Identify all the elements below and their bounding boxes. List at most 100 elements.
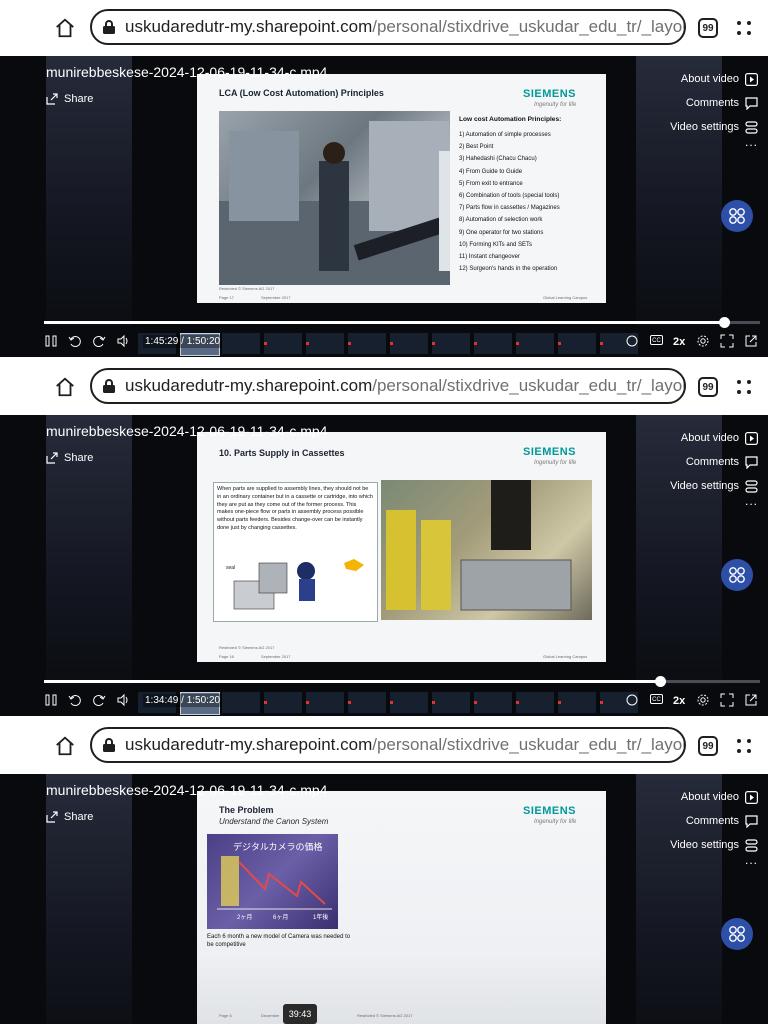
copilot-button[interactable] bbox=[721, 200, 753, 232]
comment-icon bbox=[745, 96, 758, 110]
siemens-logo: SIEMENS bbox=[523, 805, 577, 817]
popout-icon[interactable] bbox=[744, 334, 758, 348]
more-options-button[interactable]: ... bbox=[670, 853, 758, 867]
playback-speed-button[interactable]: 2x bbox=[673, 336, 685, 348]
comment-icon bbox=[745, 814, 758, 828]
seek-bar-handle[interactable] bbox=[654, 676, 666, 687]
list-item: 11) Instant changeover bbox=[459, 253, 520, 260]
slide-title: LCA (Low Cost Automation) Principles bbox=[219, 88, 384, 98]
video-player-1[interactable]: LCA (Low Cost Automation) Principles SIE… bbox=[0, 56, 768, 357]
tab-switcher-button[interactable]: 99 bbox=[698, 18, 718, 38]
slide-page: Page 6 bbox=[219, 1013, 232, 1018]
video-player-3[interactable]: The Problem Understand the Canon System … bbox=[0, 774, 768, 1024]
forward-10-icon[interactable] bbox=[92, 693, 106, 707]
home-icon[interactable] bbox=[52, 733, 78, 759]
siemens-logo: SIEMENS bbox=[523, 446, 577, 458]
slide: The Problem Understand the Canon System … bbox=[197, 791, 606, 1024]
siemens-tagline: Ingenuity for life bbox=[534, 819, 577, 825]
pause-icon[interactable] bbox=[44, 334, 58, 348]
address-bar[interactable]: uskudaredutr-my.sharepoint.com/personal/… bbox=[90, 9, 686, 45]
comments-label: Comments bbox=[685, 97, 739, 109]
play-box-icon bbox=[745, 431, 758, 445]
url-path: /personal/stixdrive_uskudar_edu_tr/_layo… bbox=[372, 735, 686, 754]
copilot-button[interactable] bbox=[721, 559, 753, 591]
slide-date: September 2017 bbox=[261, 295, 291, 300]
tab-switcher-button[interactable]: 99 bbox=[698, 377, 718, 397]
share-button[interactable]: Share bbox=[46, 452, 93, 464]
pause-icon[interactable] bbox=[44, 693, 58, 707]
url-path: /personal/stixdrive_uskudar_edu_tr/_layo… bbox=[372, 376, 686, 395]
list-item: 10) Forming KITs and SETs bbox=[459, 241, 533, 248]
slide-footer-left: Restricted © Siemens AG 2017 bbox=[219, 645, 275, 650]
play-box-icon bbox=[745, 72, 758, 86]
about-video-button[interactable]: About video bbox=[670, 785, 758, 809]
comments-button[interactable]: Comments bbox=[670, 450, 758, 474]
share-button[interactable]: Share bbox=[46, 93, 93, 105]
slide-footer-left: Restricted © Siemens AG 2017 bbox=[219, 286, 275, 291]
rewind-10-icon[interactable] bbox=[68, 334, 82, 348]
rewind-10-icon[interactable] bbox=[68, 693, 82, 707]
fullscreen-icon[interactable] bbox=[720, 334, 734, 348]
url-host: uskudaredutr-my.sharepoint.com bbox=[125, 17, 373, 36]
comments-button[interactable]: Comments bbox=[670, 809, 758, 833]
copilot-icon bbox=[729, 567, 745, 583]
closed-captions-button[interactable]: CC bbox=[650, 335, 663, 345]
comment-icon bbox=[745, 455, 758, 469]
share-icon bbox=[46, 811, 58, 823]
video-file-title: munirebbeskese-2024-12-06-19-11-34-c.mp4 bbox=[46, 782, 328, 798]
seek-bar[interactable] bbox=[44, 317, 760, 328]
playback-speed-button[interactable]: 2x bbox=[673, 695, 685, 707]
list-item: 2) Best Point bbox=[459, 144, 494, 151]
tab-switcher-button[interactable]: 99 bbox=[698, 736, 718, 756]
slide-title: 10. Parts Supply in Cassettes bbox=[219, 448, 345, 458]
time-display: 1:45:29 / 1:50:20 bbox=[143, 335, 223, 348]
seek-bar[interactable] bbox=[44, 676, 760, 687]
more-options-button[interactable]: ... bbox=[670, 135, 758, 149]
voice-caption-icon[interactable] bbox=[625, 334, 639, 348]
fullscreen-icon[interactable] bbox=[720, 693, 734, 707]
slide-date: September 2017 bbox=[261, 654, 291, 659]
lock-icon bbox=[103, 20, 115, 34]
principles-list: 1) Automation of simple processes 2) Bes… bbox=[459, 129, 560, 275]
gear-icon[interactable] bbox=[696, 693, 710, 707]
about-video-label: About video bbox=[680, 432, 739, 444]
share-button[interactable]: Share bbox=[46, 811, 93, 823]
lock-icon bbox=[103, 738, 115, 752]
list-item: 4) From Guide to Guide bbox=[459, 168, 523, 175]
copilot-icon bbox=[729, 208, 745, 224]
about-video-button[interactable]: About video bbox=[670, 426, 758, 450]
forward-10-icon[interactable] bbox=[92, 334, 106, 348]
home-icon[interactable] bbox=[52, 374, 78, 400]
list-item: 1) Automation of simple processes bbox=[459, 132, 551, 138]
more-menu-icon[interactable] bbox=[734, 18, 754, 38]
about-video-button[interactable]: About video bbox=[670, 67, 758, 91]
more-menu-icon[interactable] bbox=[734, 377, 754, 397]
more-options-button[interactable]: ... bbox=[670, 494, 758, 508]
volume-icon[interactable] bbox=[116, 693, 130, 707]
list-item: 9) One operator for two stations bbox=[459, 229, 544, 236]
seek-bar-handle[interactable] bbox=[719, 317, 731, 328]
photo-label: 2ヶ月 bbox=[237, 915, 253, 921]
slide-body: When parts are supplied to assembly line… bbox=[217, 486, 373, 531]
video-player-2[interactable]: 10. Parts Supply in Cassettes SIEMENS In… bbox=[0, 415, 768, 716]
settings-sliders-icon bbox=[745, 120, 758, 134]
popout-icon[interactable] bbox=[744, 693, 758, 707]
volume-icon[interactable] bbox=[116, 334, 130, 348]
photo-label: 6ヶ月 bbox=[273, 915, 289, 921]
browser-toolbar-2: uskudaredutr-my.sharepoint.com/personal/… bbox=[0, 359, 768, 415]
closed-captions-button[interactable]: CC bbox=[650, 694, 663, 704]
video-file-title: munirebbeskese-2024-12-06-19-11-34-c.mp4 bbox=[46, 64, 328, 80]
more-menu-icon[interactable] bbox=[734, 736, 754, 756]
share-icon bbox=[46, 452, 58, 464]
copilot-button[interactable] bbox=[721, 918, 753, 950]
voice-caption-icon[interactable] bbox=[625, 693, 639, 707]
comments-button[interactable]: Comments bbox=[670, 91, 758, 115]
address-bar[interactable]: uskudaredutr-my.sharepoint.com/personal/… bbox=[90, 368, 686, 404]
slide-date: December bbox=[261, 1013, 280, 1018]
gear-icon[interactable] bbox=[696, 334, 710, 348]
home-icon[interactable] bbox=[52, 15, 78, 41]
slide: LCA (Low Cost Automation) Principles SIE… bbox=[197, 74, 606, 303]
share-label: Share bbox=[64, 93, 94, 105]
address-bar[interactable]: uskudaredutr-my.sharepoint.com/personal/… bbox=[90, 727, 686, 763]
cassette-illustration: seal bbox=[226, 559, 364, 610]
